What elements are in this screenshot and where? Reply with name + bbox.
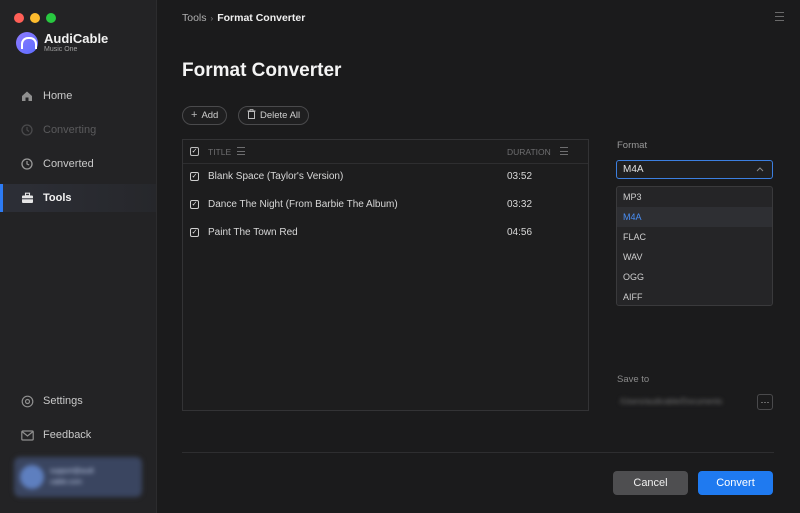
- track-title: Dance The Night (From Barbie The Album): [208, 199, 398, 210]
- sidebar: AudiCable Music One Home Converting Conv…: [0, 0, 157, 513]
- select-all-checkbox[interactable]: ✓: [190, 147, 199, 156]
- table-row[interactable]: ✓ Paint The Town Red 04:56: [183, 221, 588, 245]
- convert-button[interactable]: Convert: [698, 471, 773, 495]
- track-table: ✓ TITLE DURATION ✓ Blank Space (Taylor's…: [182, 139, 589, 411]
- converting-icon: [20, 123, 34, 137]
- track-title: Paint The Town Red: [208, 227, 298, 238]
- breadcrumb: Tools › Format Converter: [182, 12, 305, 24]
- sidebar-item-settings[interactable]: Settings: [0, 387, 156, 415]
- chevron-up-icon: [756, 164, 764, 174]
- breadcrumb-separator: ›: [210, 13, 214, 23]
- sidebar-item-label: Tools: [43, 192, 72, 204]
- browse-folder-button[interactable]: ···: [757, 394, 773, 410]
- column-title-header[interactable]: TITLE: [208, 147, 231, 157]
- format-option-m4a[interactable]: M4A: [617, 207, 772, 227]
- breadcrumb-parent[interactable]: Tools: [182, 12, 207, 24]
- format-select-value: M4A: [623, 164, 644, 175]
- account-card[interactable]: support@audi cable.com: [14, 457, 142, 497]
- sidebar-item-feedback[interactable]: Feedback: [0, 421, 156, 449]
- sidebar-item-home[interactable]: Home: [0, 82, 156, 110]
- breadcrumb-current: Format Converter: [217, 12, 306, 24]
- track-duration: 04:56: [507, 227, 533, 238]
- format-option-ogg[interactable]: OGG: [617, 267, 772, 287]
- format-option-aiff[interactable]: AIFF: [617, 287, 772, 307]
- cancel-button[interactable]: Cancel: [613, 471, 688, 495]
- sidebar-item-label: Settings: [43, 395, 83, 407]
- zoom-window-button[interactable]: [46, 13, 56, 23]
- gear-icon: [20, 394, 34, 408]
- plus-icon: +: [191, 109, 198, 121]
- row-checkbox[interactable]: ✓: [190, 172, 199, 181]
- format-label: Format: [617, 140, 648, 151]
- trash-icon: [247, 109, 256, 122]
- minimize-window-button[interactable]: [30, 13, 40, 23]
- format-dropdown: MP3 M4A FLAC WAV OGG AIFF: [616, 186, 773, 306]
- table-row[interactable]: ✓ Dance The Night (From Barbie The Album…: [183, 193, 588, 217]
- clock-icon: [20, 157, 34, 171]
- format-option-wav[interactable]: WAV: [617, 247, 772, 267]
- sidebar-item-label: Converted: [43, 158, 94, 170]
- delete-all-button-label: Delete All: [260, 110, 301, 121]
- page-title: Format Converter: [182, 60, 342, 81]
- menu-icon[interactable]: [775, 12, 784, 21]
- mail-icon: [20, 428, 34, 442]
- format-option-flac[interactable]: FLAC: [617, 227, 772, 247]
- sort-title-icon[interactable]: [237, 147, 245, 155]
- sidebar-item-converting[interactable]: Converting: [0, 116, 156, 144]
- format-option-mp3[interactable]: MP3: [617, 187, 772, 207]
- add-button-label: Add: [201, 110, 219, 121]
- sidebar-item-label: Feedback: [43, 429, 92, 441]
- row-checkbox[interactable]: ✓: [190, 228, 199, 237]
- account-line-2: cable.com: [50, 479, 82, 486]
- app-logo-icon: [16, 32, 38, 54]
- app-brand: AudiCable Music One: [16, 32, 108, 54]
- account-line-1: support@audi: [50, 468, 94, 475]
- footer-divider: [182, 452, 774, 453]
- add-button[interactable]: + Add: [182, 106, 228, 125]
- app-subtitle: Music One: [44, 46, 78, 53]
- sidebar-item-label: Home: [43, 90, 73, 102]
- delete-all-button[interactable]: Delete All: [238, 106, 310, 125]
- row-checkbox[interactable]: ✓: [190, 200, 199, 209]
- track-duration: 03:52: [507, 171, 533, 182]
- save-path-field[interactable]: /Users/audicable/Documents: [620, 397, 750, 409]
- track-title: Blank Space (Taylor's Version): [208, 171, 344, 182]
- sort-duration-icon[interactable]: [560, 147, 568, 155]
- close-window-button[interactable]: [14, 13, 24, 23]
- table-header: ✓ TITLE DURATION: [183, 140, 588, 164]
- toolbox-icon: [20, 191, 34, 205]
- app-name: AudiCable: [44, 31, 109, 46]
- track-duration: 03:32: [507, 199, 533, 210]
- save-to-label: Save to: [617, 374, 650, 385]
- avatar: [20, 465, 44, 489]
- sidebar-item-converted[interactable]: Converted: [0, 150, 156, 178]
- table-row[interactable]: ✓ Blank Space (Taylor's Version) 03:52: [183, 165, 588, 189]
- home-icon: [20, 89, 34, 103]
- sidebar-item-tools[interactable]: Tools: [0, 184, 156, 212]
- column-duration-header[interactable]: DURATION: [507, 147, 551, 157]
- format-select[interactable]: M4A: [616, 160, 773, 179]
- sidebar-item-label: Converting: [43, 124, 97, 136]
- window-controls: [14, 13, 56, 23]
